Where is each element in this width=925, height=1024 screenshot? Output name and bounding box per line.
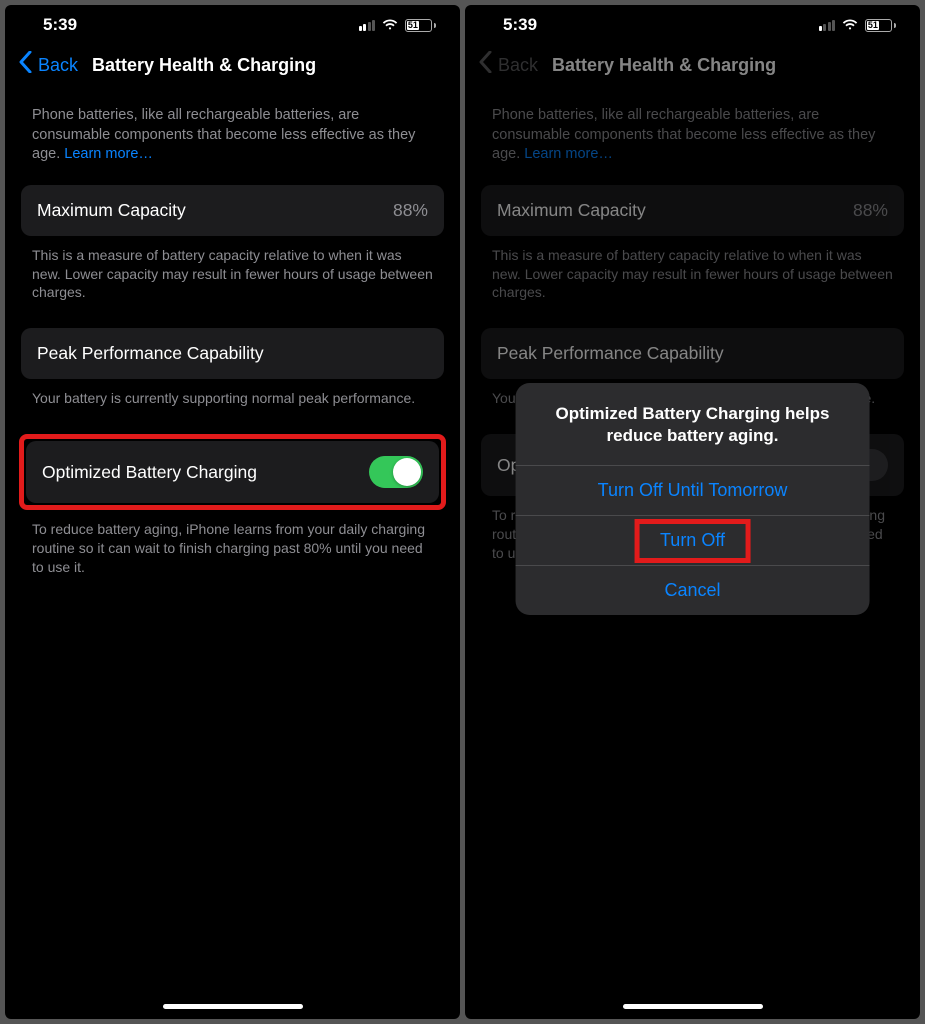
max-capacity-footer: This is a measure of battery capacity re… [21, 236, 444, 329]
max-capacity-value: 88% [853, 200, 888, 221]
status-bar: 5:39 51 [5, 5, 460, 43]
nav-bar: Back Battery Health & Charging [5, 43, 460, 92]
max-capacity-row[interactable]: Maximum Capacity 88% [21, 185, 444, 236]
max-capacity-footer: This is a measure of battery capacity re… [481, 236, 904, 329]
peak-performance-row[interactable]: Peak Performance Capability [21, 328, 444, 379]
peak-performance-label: Peak Performance Capability [497, 343, 724, 364]
learn-more-link[interactable]: Learn more… [64, 146, 153, 162]
battery-icon: 51 [405, 19, 436, 32]
cellular-signal-icon [819, 20, 836, 31]
nav-bar: Back Battery Health & Charging [465, 43, 920, 92]
optimized-charging-toggle[interactable] [369, 456, 423, 488]
peak-performance-row: Peak Performance Capability [481, 328, 904, 379]
optimized-charging-label: Optimized Battery Charging [42, 462, 257, 483]
cancel-button[interactable]: Cancel [515, 566, 870, 615]
back-button: Back [498, 55, 538, 76]
optimized-charging-row: Optimized Battery Charging [26, 441, 439, 503]
max-capacity-label: Maximum Capacity [497, 200, 646, 221]
intro-text: Phone batteries, like all rechargeable b… [481, 92, 904, 185]
status-bar: 5:39 51 [465, 5, 920, 43]
max-capacity-value: 88% [393, 200, 428, 221]
cellular-signal-icon [359, 20, 376, 31]
page-title: Battery Health & Charging [92, 55, 316, 76]
page-title: Battery Health & Charging [552, 55, 776, 76]
battery-icon: 51 [865, 19, 896, 32]
max-capacity-label: Maximum Capacity [37, 200, 186, 221]
back-button[interactable]: Back [38, 55, 78, 76]
home-indicator[interactable] [623, 1004, 763, 1009]
peak-performance-label: Peak Performance Capability [37, 343, 264, 364]
highlight-annotation: Optimized Battery Charging [19, 434, 446, 510]
back-chevron-icon [479, 51, 492, 80]
status-time: 5:39 [503, 15, 537, 35]
wifi-icon [841, 15, 859, 35]
phone-screen-left: 5:39 51 Back Battery Health & Charging P… [5, 5, 460, 1019]
phone-screen-right: 5:39 51 Back Battery Health & Charging P… [465, 5, 920, 1019]
learn-more-link: Learn more… [524, 146, 613, 162]
status-time: 5:39 [43, 15, 77, 35]
peak-performance-footer: Your battery is currently supporting nor… [21, 379, 444, 434]
home-indicator[interactable] [163, 1004, 303, 1009]
optimized-charging-footer: To reduce battery aging, iPhone learns f… [21, 510, 444, 603]
action-sheet-title: Optimized Battery Charging helps reduce … [515, 383, 870, 466]
turn-off-until-tomorrow-button[interactable]: Turn Off Until Tomorrow [515, 466, 870, 516]
turn-off-button[interactable]: Turn Off [515, 516, 870, 566]
intro-text: Phone batteries, like all rechargeable b… [21, 92, 444, 185]
wifi-icon [381, 15, 399, 35]
action-sheet: Optimized Battery Charging helps reduce … [515, 383, 870, 615]
back-chevron-icon[interactable] [19, 51, 32, 80]
max-capacity-row: Maximum Capacity 88% [481, 185, 904, 236]
